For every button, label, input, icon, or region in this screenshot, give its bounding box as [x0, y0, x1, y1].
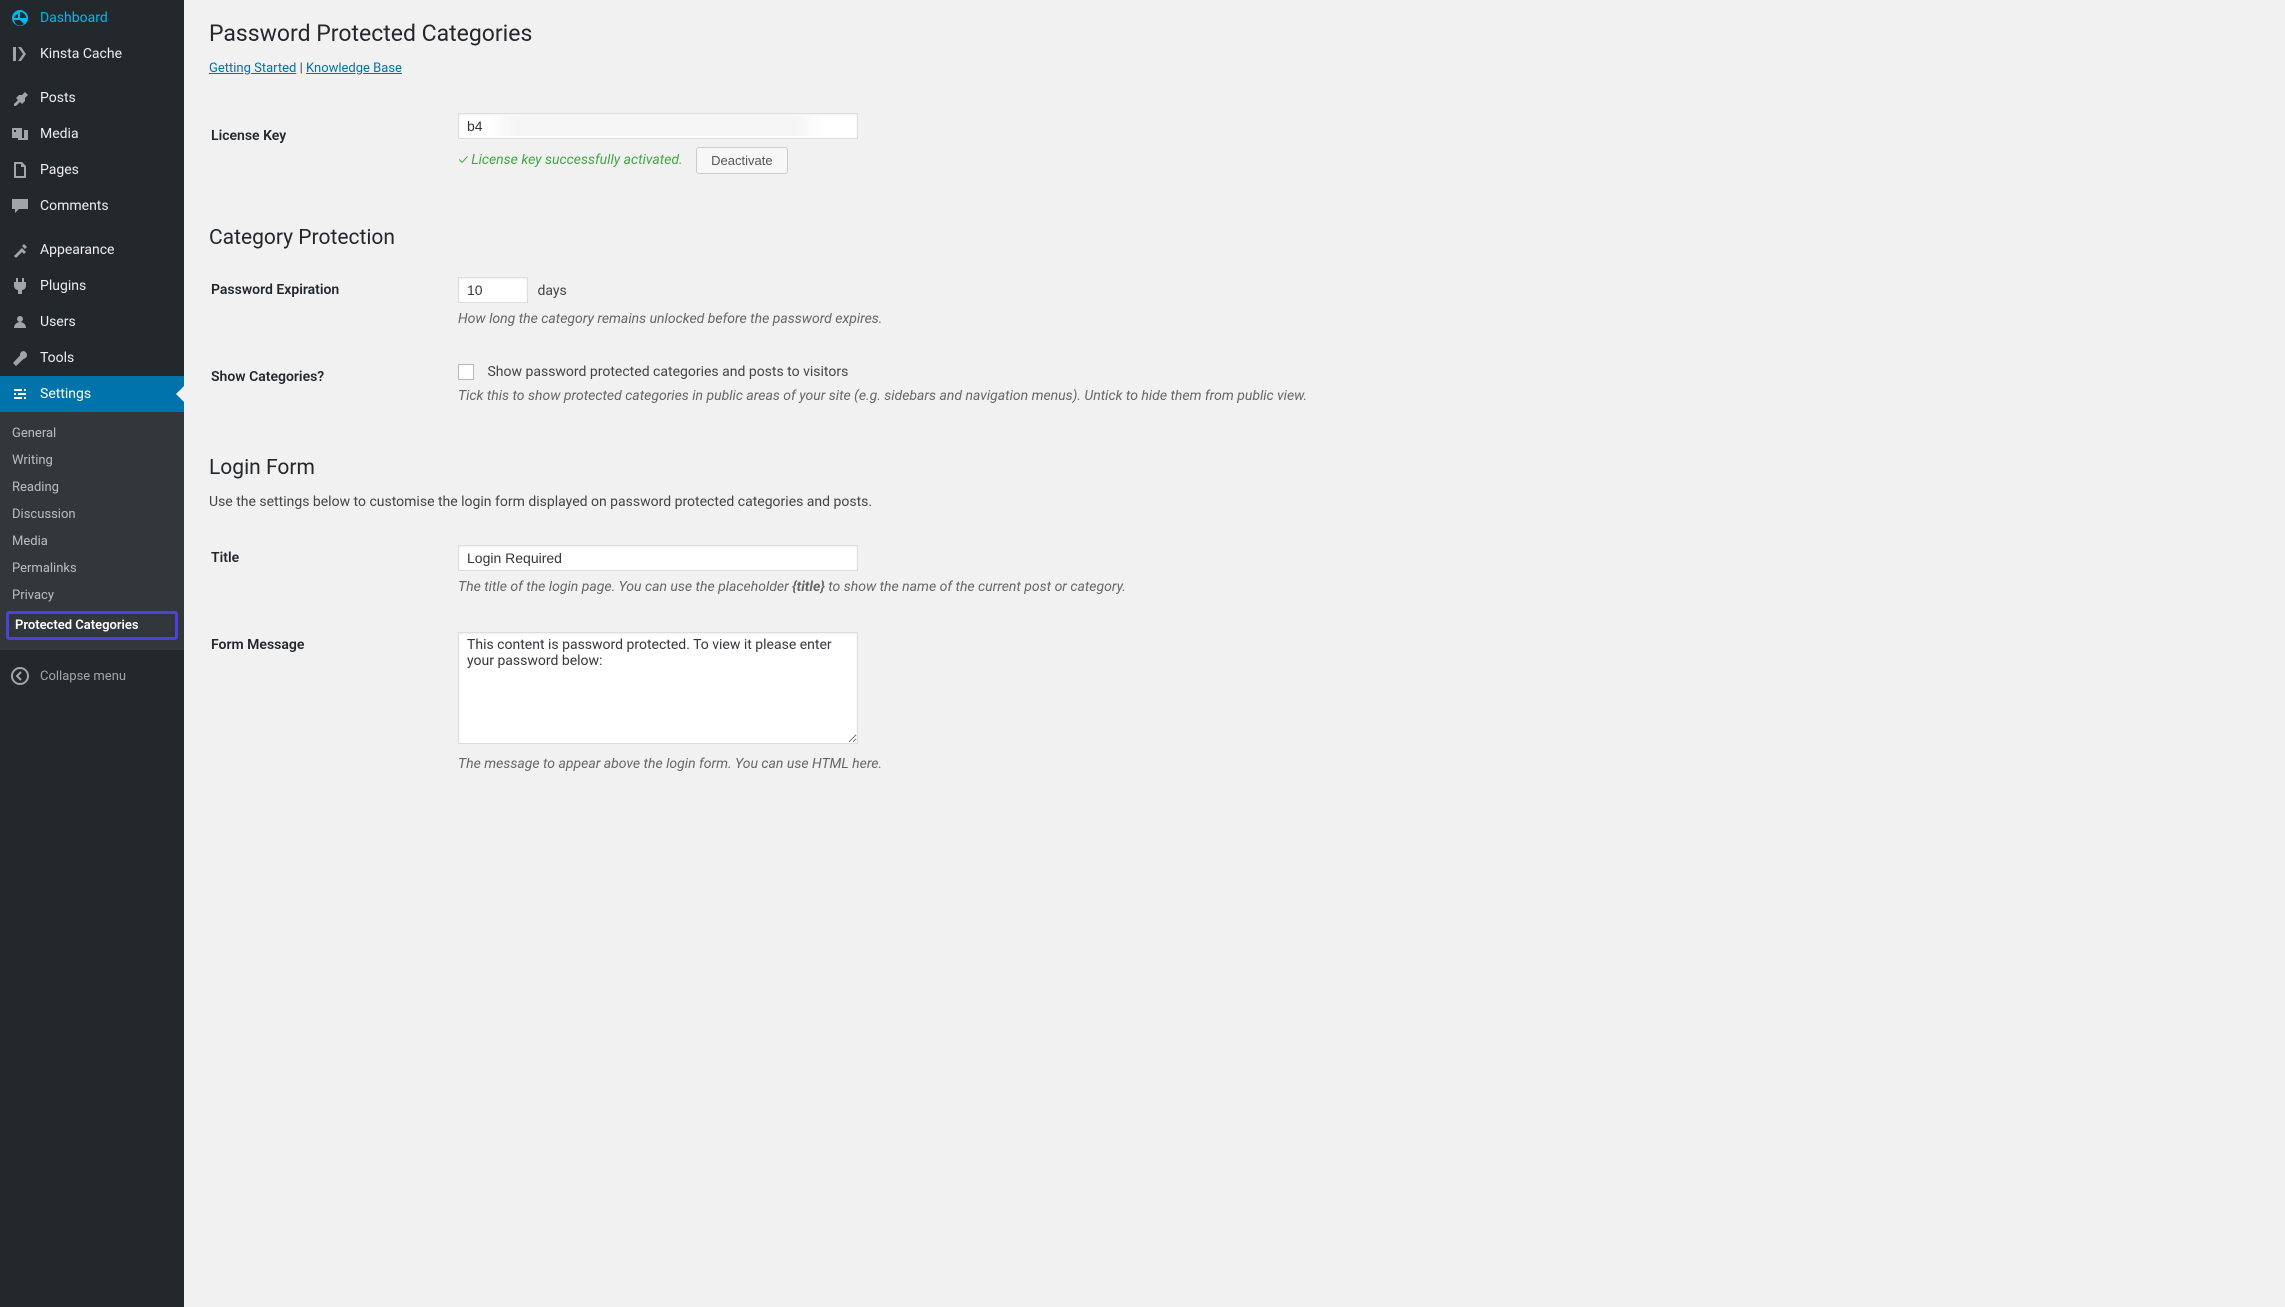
login-form-description: Use the settings below to customise the … — [209, 494, 2260, 510]
sidebar-submenu-settings: General Writing Reading Discussion Media… — [0, 412, 184, 650]
settings-icon — [10, 384, 30, 404]
sidebar-label: Pages — [40, 162, 79, 178]
knowledge-base-link[interactable]: Knowledge Base — [306, 61, 402, 76]
sidebar-label: Users — [40, 314, 76, 330]
expiration-unit: days — [537, 283, 566, 299]
sidebar-item-kinsta-cache[interactable]: Kinsta Cache — [0, 36, 184, 72]
form-message-textarea[interactable] — [458, 632, 858, 744]
kinsta-icon — [10, 44, 30, 64]
sidebar-sub-media[interactable]: Media — [0, 528, 184, 555]
users-icon — [10, 312, 30, 332]
collapse-label: Collapse menu — [40, 669, 126, 684]
show-categories-label: Show Categories? — [211, 349, 456, 424]
sidebar-label: Tools — [40, 350, 74, 366]
sidebar-label: Media — [40, 126, 79, 142]
sidebar-sub-permalinks[interactable]: Permalinks — [0, 555, 184, 582]
page-title: Password Protected Categories — [209, 20, 2260, 47]
sidebar-sub-reading[interactable]: Reading — [0, 474, 184, 501]
sidebar-label: Plugins — [40, 278, 86, 294]
admin-sidebar: Dashboard Kinsta Cache Posts Media Pages… — [0, 0, 184, 1307]
sidebar-sub-writing[interactable]: Writing — [0, 447, 184, 474]
sidebar-sub-general[interactable]: General — [0, 420, 184, 447]
sidebar-item-settings[interactable]: Settings — [0, 376, 184, 412]
category-protection-heading: Category Protection — [209, 226, 2260, 250]
sidebar-sub-privacy[interactable]: Privacy — [0, 582, 184, 609]
license-key-mask — [488, 116, 823, 136]
media-icon — [10, 124, 30, 144]
sidebar-item-dashboard[interactable]: Dashboard — [0, 0, 184, 36]
sidebar-label: Dashboard — [40, 10, 108, 26]
sidebar-item-pages[interactable]: Pages — [0, 152, 184, 188]
login-title-description: The title of the login page. You can use… — [458, 579, 2248, 595]
sidebar-sub-discussion[interactable]: Discussion — [0, 501, 184, 528]
pages-icon — [10, 160, 30, 180]
show-categories-description: Tick this to show protected categories i… — [458, 388, 2248, 404]
show-categories-checkbox-label: Show password protected categories and p… — [487, 364, 848, 380]
main-content: Password Protected Categories Getting St… — [184, 0, 2285, 1307]
login-form-heading: Login Form — [209, 456, 2260, 480]
plugins-icon — [10, 276, 30, 296]
form-message-description: The message to appear above the login fo… — [458, 756, 2248, 772]
show-categories-checkbox[interactable] — [458, 364, 474, 380]
login-title-input[interactable] — [458, 545, 858, 571]
sidebar-label: Kinsta Cache — [40, 46, 122, 62]
sidebar-item-appearance[interactable]: Appearance — [0, 232, 184, 268]
getting-started-link[interactable]: Getting Started — [209, 61, 296, 76]
license-key-label: License Key — [211, 108, 456, 194]
license-status-text: ✓ License key successfully activated. — [458, 151, 683, 168]
header-links: Getting Started | Knowledge Base — [209, 61, 2260, 76]
sidebar-label: Comments — [40, 198, 109, 214]
password-expiration-label: Password Expiration — [211, 262, 456, 347]
pin-icon — [10, 88, 30, 108]
tools-icon — [10, 348, 30, 368]
sidebar-label: Posts — [40, 90, 76, 106]
sidebar-item-comments[interactable]: Comments — [0, 188, 184, 224]
deactivate-button[interactable]: Deactivate — [696, 147, 787, 174]
appearance-icon — [10, 240, 30, 260]
form-message-label: Form Message — [211, 617, 456, 792]
sidebar-sub-protected-categories[interactable]: Protected Categories — [6, 611, 178, 640]
sidebar-item-tools[interactable]: Tools — [0, 340, 184, 376]
comments-icon — [10, 196, 30, 216]
dashboard-icon — [10, 8, 30, 28]
password-expiration-input[interactable] — [458, 277, 528, 303]
login-title-label: Title — [211, 530, 456, 615]
sidebar-item-users[interactable]: Users — [0, 304, 184, 340]
sidebar-item-posts[interactable]: Posts — [0, 80, 184, 116]
collapse-menu-button[interactable]: Collapse menu — [0, 658, 184, 694]
collapse-icon — [10, 666, 30, 686]
sidebar-item-media[interactable]: Media — [0, 116, 184, 152]
sidebar-label: Settings — [40, 386, 91, 402]
link-separator: | — [296, 61, 306, 76]
expiration-description: How long the category remains unlocked b… — [458, 311, 2248, 327]
sidebar-label: Appearance — [40, 242, 114, 258]
sidebar-item-plugins[interactable]: Plugins — [0, 268, 184, 304]
